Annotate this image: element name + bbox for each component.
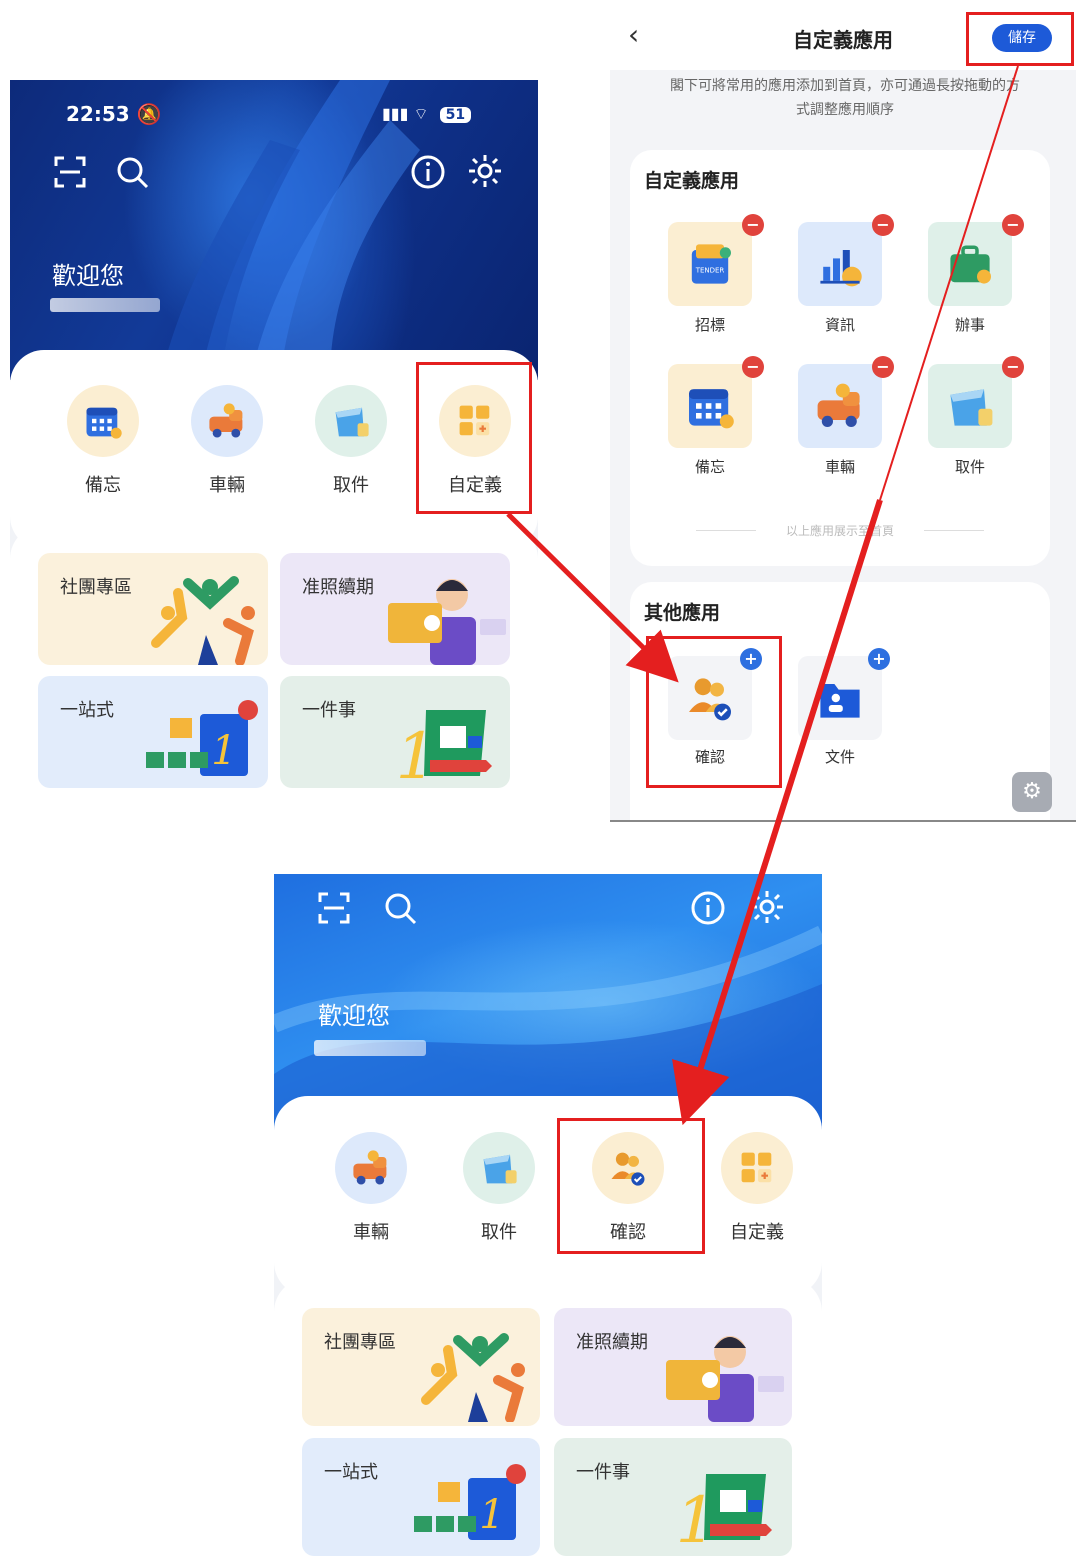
- app-vehicle[interactable]: 車輛: [177, 385, 277, 497]
- parcel-icon: [329, 399, 373, 443]
- custom-app-label: 車輛: [824, 458, 855, 476]
- tile-one-matter[interactable]: 一件事 1: [280, 676, 510, 788]
- highlight-box: [966, 12, 1074, 66]
- customize-icon: [735, 1146, 779, 1190]
- custom-app-label: 招標: [694, 316, 725, 334]
- other-app-label: 文件: [824, 748, 855, 766]
- calendar-icon: [682, 378, 738, 434]
- vehicle-icon: [812, 378, 868, 434]
- highlight-box: [416, 362, 532, 514]
- vehicle-icon: [205, 399, 249, 443]
- tile-one-stop[interactable]: 一站式 1: [38, 676, 268, 788]
- custom-app-label: 取件: [954, 458, 985, 476]
- custom-app-label: 備忘: [694, 458, 725, 476]
- one-stop-illustration: 1: [146, 700, 258, 776]
- people-illustration: [151, 576, 255, 665]
- status-time: 22:53 🔕: [66, 102, 162, 126]
- tile-license-renewal[interactable]: 准照續期: [554, 1308, 792, 1426]
- info-icon[interactable]: [410, 154, 446, 190]
- section-title-custom: 自定義應用: [644, 170, 740, 192]
- scan-icon[interactable]: [52, 154, 88, 190]
- search-icon[interactable]: [382, 890, 420, 928]
- custom-app-vehicle[interactable]: [798, 364, 882, 448]
- custom-app-memo[interactable]: [668, 364, 752, 448]
- document-folder-icon: [812, 670, 868, 726]
- one-matter-illustration: 1: [676, 1474, 772, 1552]
- app-vehicle[interactable]: 車輛: [321, 1132, 421, 1244]
- section-title-other: 其他應用: [644, 602, 721, 624]
- other-app-documents[interactable]: [798, 656, 882, 740]
- status-icons: ▮▮▮ ⌔ 51: [382, 104, 472, 124]
- tender-icon: [682, 236, 738, 292]
- svg-text:1: 1: [479, 1492, 504, 1538]
- tile-clubs[interactable]: 社團專區: [302, 1308, 540, 1426]
- highlight-box: [557, 1118, 705, 1254]
- divider-line: [924, 530, 984, 531]
- scan-icon[interactable]: [316, 890, 352, 926]
- wifi-icon: ⌔: [413, 104, 429, 123]
- svg-text:1: 1: [211, 728, 236, 774]
- blurred-username: [314, 1040, 426, 1056]
- home-screen-before: 22:53 🔕 ▮▮▮ ⌔ 51 歡迎您 備忘 車輛 取件 自定義 社團專區 准…: [10, 80, 538, 822]
- parcel-icon: [477, 1146, 521, 1190]
- remove-icon[interactable]: −: [1002, 356, 1024, 378]
- welcome-text: 歡迎您: [318, 1002, 390, 1030]
- people-illustration: [421, 1333, 525, 1422]
- parcel-icon: [942, 378, 998, 434]
- welcome-text: 歡迎您: [52, 262, 124, 290]
- search-icon[interactable]: [114, 154, 152, 192]
- custom-app-services[interactable]: [928, 222, 1012, 306]
- briefcase-icon: [942, 236, 998, 292]
- hint-text: 閣下可將常用的應用添加到首頁，亦可通過長按拖動的方式調整應用順序: [670, 78, 1020, 118]
- remove-icon[interactable]: −: [742, 214, 764, 236]
- remove-icon[interactable]: −: [872, 214, 894, 236]
- signal-icon: ▮▮▮: [382, 104, 409, 123]
- app-parcel[interactable]: 取件: [449, 1132, 549, 1244]
- remove-icon[interactable]: −: [1002, 214, 1024, 236]
- license-illustration: [388, 579, 506, 665]
- remove-icon[interactable]: −: [742, 356, 764, 378]
- home-screen-after: 歡迎您 車輛 取件 確認 自定義 社團專區 准照續期 一站式 1 一件事 1: [274, 874, 822, 1560]
- tile-one-matter[interactable]: 一件事 1: [554, 1438, 792, 1556]
- settings-gear-icon[interactable]: [748, 888, 786, 926]
- blurred-username: [50, 298, 160, 312]
- add-icon[interactable]: +: [868, 648, 890, 670]
- custom-app-label: 資訊: [824, 316, 855, 334]
- license-illustration: [666, 1336, 784, 1422]
- floating-settings-icon[interactable]: ⚙: [1012, 772, 1052, 812]
- info-icon[interactable]: [690, 890, 726, 926]
- calendar-icon: [81, 399, 125, 443]
- battery-indicator: 51: [439, 107, 472, 123]
- tile-clubs[interactable]: 社團專區: [38, 553, 268, 665]
- info-chart-icon: [812, 236, 868, 292]
- settings-gear-icon[interactable]: [466, 152, 504, 190]
- divider-note: 以上應用展示至首頁: [785, 524, 894, 538]
- one-stop-illustration: 1: [414, 1464, 526, 1540]
- feather-decoration: [160, 80, 420, 380]
- app-parcel[interactable]: 取件: [301, 385, 401, 497]
- tile-one-stop[interactable]: 一站式 1: [302, 1438, 540, 1556]
- one-matter-illustration: 1: [396, 710, 492, 788]
- remove-icon[interactable]: −: [872, 356, 894, 378]
- divider-line: [696, 530, 756, 531]
- custom-app-tender[interactable]: [668, 222, 752, 306]
- custom-app-label: 辦事: [954, 316, 985, 334]
- custom-app-info[interactable]: [798, 222, 882, 306]
- app-memo[interactable]: 備忘: [53, 385, 153, 497]
- custom-apps-panel: [630, 150, 1050, 566]
- app-customize[interactable]: 自定義: [707, 1132, 807, 1244]
- highlight-box: [646, 636, 782, 788]
- tile-license-renewal[interactable]: 准照續期: [280, 553, 510, 665]
- customize-apps-screen: ‹ 自定義應用 儲存 閣下可將常用的應用添加到首頁，亦可通過長按拖動的方式調整應…: [610, 0, 1076, 822]
- custom-app-parcel[interactable]: [928, 364, 1012, 448]
- vehicle-icon: [349, 1146, 393, 1190]
